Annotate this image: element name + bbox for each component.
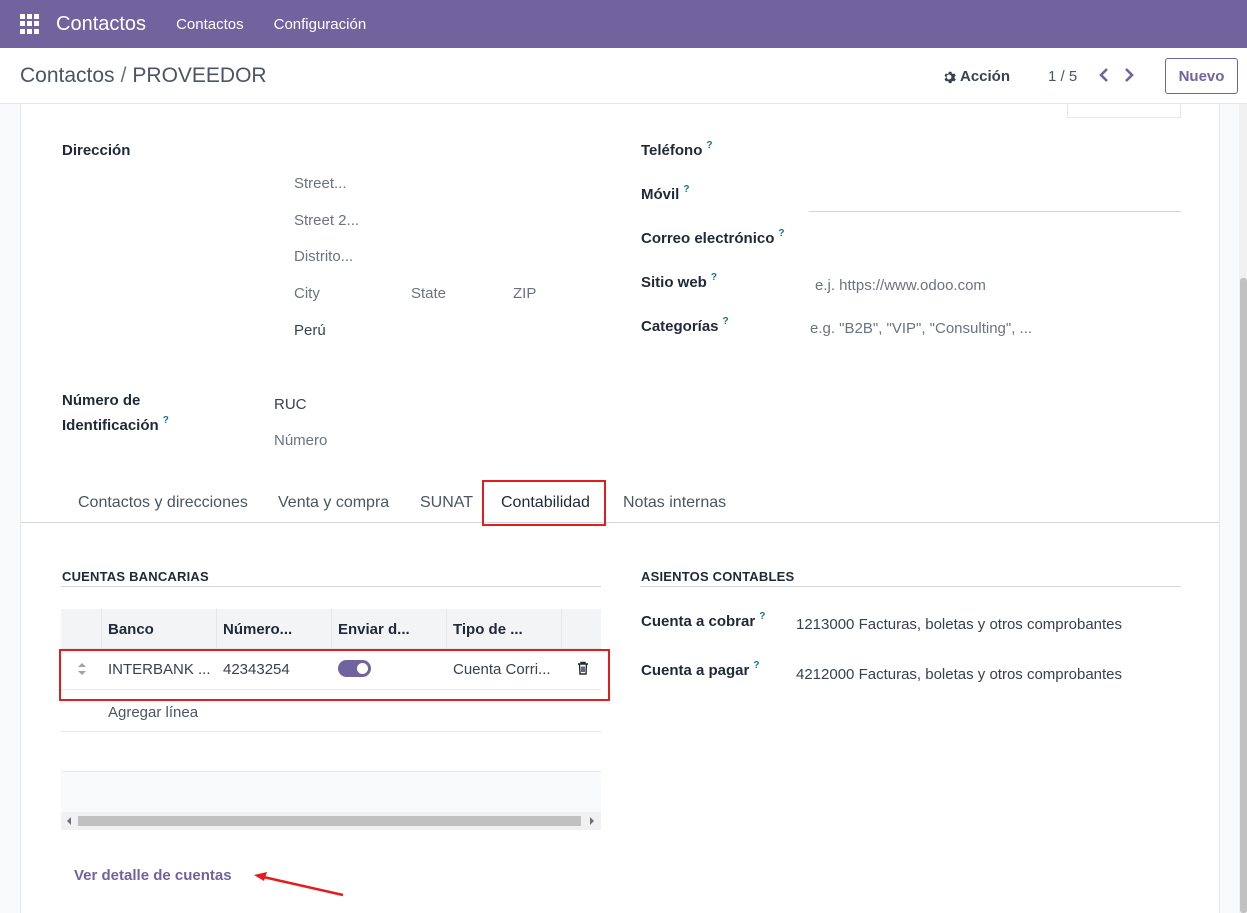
- receivable-label-text: Cuenta a cobrar: [641, 613, 756, 630]
- help-icon[interactable]: ?: [759, 611, 765, 622]
- scrollbar-thumb[interactable]: [78, 816, 581, 826]
- menu-contactos[interactable]: Contactos: [176, 16, 244, 33]
- action-menu-button[interactable]: Acción: [942, 68, 1010, 85]
- breadcrumb: Contactos / PROVEEDOR: [20, 64, 267, 88]
- payable-account-field[interactable]: 4212000 Facturas, boletas y otros compro…: [796, 666, 1140, 683]
- top-navbar: Contactos Contactos Configuración: [0, 0, 1247, 48]
- column-enviar[interactable]: Enviar d...: [338, 621, 410, 638]
- identification-label: Identificación?: [62, 415, 169, 434]
- help-icon[interactable]: ?: [723, 316, 729, 327]
- mobile-label-text: Móvil: [641, 186, 680, 203]
- chevron-right-icon[interactable]: [1122, 66, 1136, 84]
- gear-icon: [944, 71, 956, 83]
- column-banco[interactable]: Banco: [108, 621, 154, 638]
- payable-label: Cuenta a pagar?: [641, 660, 759, 679]
- breadcrumb-separator: /: [120, 64, 127, 87]
- breadcrumb-parent[interactable]: Contactos: [20, 64, 115, 87]
- identification-number-input[interactable]: Número: [274, 432, 327, 449]
- website-input[interactable]: e.j. https://www.odoo.com: [815, 277, 986, 294]
- app-title[interactable]: Contactos: [56, 13, 146, 36]
- phone-label: Teléfono?: [641, 140, 713, 159]
- journal-entries-title: ASIENTOS CONTABLES: [641, 569, 795, 584]
- identification-type-select[interactable]: RUC: [274, 396, 307, 413]
- bank-accounts-divider: [61, 586, 601, 587]
- apps-menu-icon[interactable]: [20, 14, 40, 34]
- stat-button-partial[interactable]: [1067, 104, 1181, 118]
- district-input[interactable]: Distrito...: [294, 248, 353, 265]
- tab-sunat[interactable]: SUNAT: [420, 494, 473, 512]
- column-separator: [561, 609, 562, 649]
- scroll-right-icon[interactable]: [590, 817, 594, 825]
- help-icon[interactable]: ?: [711, 272, 717, 283]
- table-empty-row: [61, 771, 601, 812]
- add-line-button[interactable]: Agregar línea: [108, 704, 198, 721]
- tab-notas-internas[interactable]: Notas internas: [623, 494, 726, 512]
- table-divider: [61, 731, 601, 732]
- column-separator: [101, 609, 102, 649]
- mobile-input[interactable]: [809, 211, 1181, 212]
- journal-entries-divider: [640, 586, 1181, 587]
- scroll-left-icon[interactable]: [67, 817, 71, 825]
- control-panel: Contactos / PROVEEDOR Acción 1 / 5 Nuevo: [0, 48, 1247, 104]
- state-input[interactable]: State: [411, 285, 446, 302]
- website-label: Sitio web?: [641, 272, 717, 291]
- view-account-details-link[interactable]: Ver detalle de cuentas: [74, 867, 232, 884]
- help-icon[interactable]: ?: [706, 140, 712, 151]
- country-select[interactable]: Perú: [294, 322, 326, 339]
- tags-label: Categorías?: [641, 316, 729, 335]
- tags-label-text: Categorías: [641, 318, 719, 335]
- help-icon[interactable]: ?: [683, 184, 689, 195]
- help-icon[interactable]: ?: [753, 660, 759, 671]
- breadcrumb-current: PROVEEDOR: [132, 64, 267, 87]
- table-horizontal-scrollbar[interactable]: [61, 812, 601, 830]
- phone-label-text: Teléfono: [641, 142, 703, 159]
- column-separator: [446, 609, 447, 649]
- pager-value[interactable]: 1 / 5: [1048, 68, 1077, 85]
- mobile-label: Móvil?: [641, 184, 689, 203]
- email-label: Correo electrónico?: [641, 228, 784, 247]
- tags-input[interactable]: e.g. "B2B", "VIP", "Consulting", ...: [810, 320, 1032, 337]
- menu-configuracion[interactable]: Configuración: [274, 16, 367, 33]
- zip-input[interactable]: ZIP: [513, 285, 536, 302]
- tab-venta-compra[interactable]: Venta y compra: [278, 494, 389, 512]
- bank-accounts-title: CUENTAS BANCARIAS: [62, 569, 209, 584]
- address-label: Dirección: [62, 142, 131, 159]
- identification-label-line2: Identificación: [62, 417, 159, 434]
- new-button[interactable]: Nuevo: [1165, 58, 1238, 94]
- annotation-highlight-tab: [482, 480, 606, 526]
- column-tipo[interactable]: Tipo de ...: [453, 621, 523, 638]
- chevron-left-icon[interactable]: [1097, 66, 1111, 84]
- column-separator: [331, 609, 332, 649]
- annotation-highlight-row: [59, 649, 610, 701]
- tabs-divider: [21, 522, 1219, 523]
- help-icon[interactable]: ?: [163, 415, 169, 426]
- help-icon[interactable]: ?: [778, 228, 784, 239]
- street2-input[interactable]: Street 2...: [294, 212, 359, 229]
- bank-table-header: Banco Número... Enviar d... Tipo de ...: [61, 609, 601, 649]
- identification-label-line1: Número de: [62, 392, 141, 409]
- page-scrollbar-thumb[interactable]: [1240, 278, 1247, 913]
- street-input[interactable]: Street...: [294, 175, 347, 192]
- column-numero[interactable]: Número...: [223, 621, 292, 638]
- receivable-label: Cuenta a cobrar?: [641, 611, 765, 630]
- receivable-account-field[interactable]: 1213000 Facturas, boletas y otros compro…: [796, 616, 1140, 633]
- annotation-arrow: [254, 872, 344, 897]
- form-sheet: Dirección Street... Street 2... Distrito…: [20, 104, 1220, 913]
- tab-contactos-direcciones[interactable]: Contactos y direcciones: [78, 494, 248, 512]
- column-separator: [216, 609, 217, 649]
- city-input[interactable]: City: [294, 285, 320, 302]
- website-label-text: Sitio web: [641, 274, 707, 291]
- email-label-text: Correo electrónico: [641, 230, 775, 247]
- payable-label-text: Cuenta a pagar: [641, 662, 750, 679]
- action-label: Acción: [960, 68, 1011, 85]
